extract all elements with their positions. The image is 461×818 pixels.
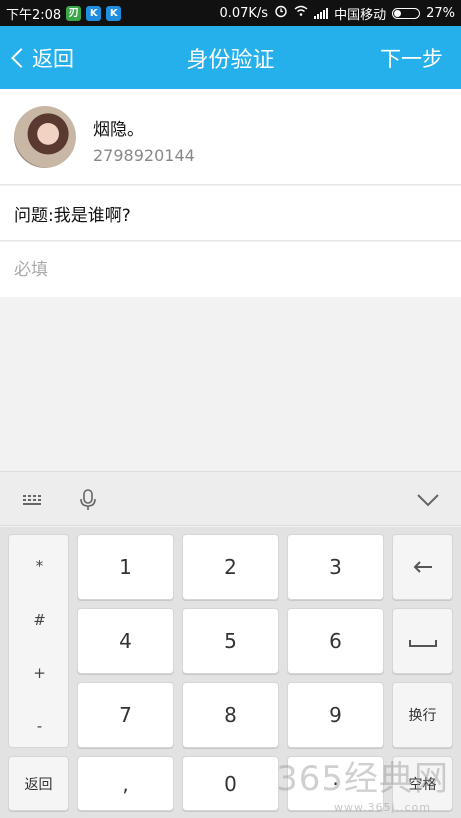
- next-step-button[interactable]: 下一步: [380, 26, 443, 89]
- newline-key[interactable]: 换行: [392, 682, 453, 748]
- space-text-key[interactable]: 空格: [392, 756, 453, 811]
- numeric-keyboard: * # + - 1 2 3 4 5 6 7 8 9 换行 返回 , 0 · 空格: [0, 527, 461, 818]
- digit-key[interactable]: 8: [182, 682, 279, 748]
- symbol-key[interactable]: +: [9, 664, 70, 682]
- back-key[interactable]: 返回: [8, 756, 69, 811]
- keyboard-icon[interactable]: [18, 486, 46, 514]
- digit-key[interactable]: 0: [182, 756, 279, 811]
- back-button[interactable]: 返回: [10, 26, 74, 89]
- comma-key[interactable]: ,: [77, 756, 174, 811]
- status-time: 下午2:08: [6, 7, 62, 23]
- backspace-icon: [412, 555, 434, 579]
- symbol-key[interactable]: #: [9, 611, 70, 629]
- digit-key[interactable]: 7: [77, 682, 174, 748]
- signal-icon: [314, 7, 329, 19]
- app-notification-icon: 刃: [66, 5, 82, 21]
- profile-card: 烟隐。 2798920144: [0, 89, 461, 185]
- battery-percent: 27%: [426, 5, 455, 21]
- app-notification-icon: K: [106, 5, 122, 21]
- back-label: 返回: [32, 46, 74, 71]
- alarm-icon: [274, 4, 288, 22]
- space-icon: [408, 629, 438, 653]
- keyboard-toolbar: [0, 471, 461, 526]
- network-speed: 0.07K/s: [219, 5, 269, 21]
- digit-key[interactable]: 9: [287, 682, 384, 748]
- status-right: 0.07K/s 中国移动 27%: [219, 4, 455, 23]
- answer-row[interactable]: [0, 242, 461, 297]
- chevron-down-icon[interactable]: [414, 486, 442, 514]
- digit-key[interactable]: 2: [182, 534, 279, 600]
- digit-key[interactable]: 4: [77, 608, 174, 674]
- backspace-key[interactable]: [392, 534, 453, 600]
- symbol-key[interactable]: *: [9, 557, 70, 575]
- battery-fill: [394, 9, 402, 17]
- space-key[interactable]: [392, 608, 453, 674]
- digit-key[interactable]: 5: [182, 608, 279, 674]
- answer-input[interactable]: [14, 259, 434, 280]
- digit-key[interactable]: 3: [287, 534, 384, 600]
- chevron-left-icon: [11, 47, 31, 68]
- title-bar: 返回 身份验证 下一步: [0, 26, 461, 89]
- digit-key[interactable]: 1: [77, 534, 174, 600]
- nickname: 烟隐。: [93, 120, 144, 140]
- symbol-column: * # + -: [8, 534, 69, 748]
- wifi-icon: [294, 5, 308, 21]
- security-question: 问题:我是谁啊?: [0, 186, 461, 241]
- digit-key[interactable]: 6: [287, 608, 384, 674]
- symbol-key[interactable]: -: [9, 717, 70, 735]
- carrier-name: 中国移动: [334, 7, 387, 23]
- dot-key[interactable]: ·: [287, 756, 384, 811]
- status-bar: 下午2:08 刃 K K 0.07K/s 中国移动 27%: [0, 0, 461, 26]
- avatar: [14, 106, 76, 168]
- battery-icon: [392, 7, 421, 19]
- account-number: 2798920144: [93, 146, 195, 165]
- app-notification-icon: K: [86, 5, 102, 21]
- microphone-icon[interactable]: [74, 486, 102, 514]
- status-left: 下午2:08 刃 K K: [6, 4, 122, 23]
